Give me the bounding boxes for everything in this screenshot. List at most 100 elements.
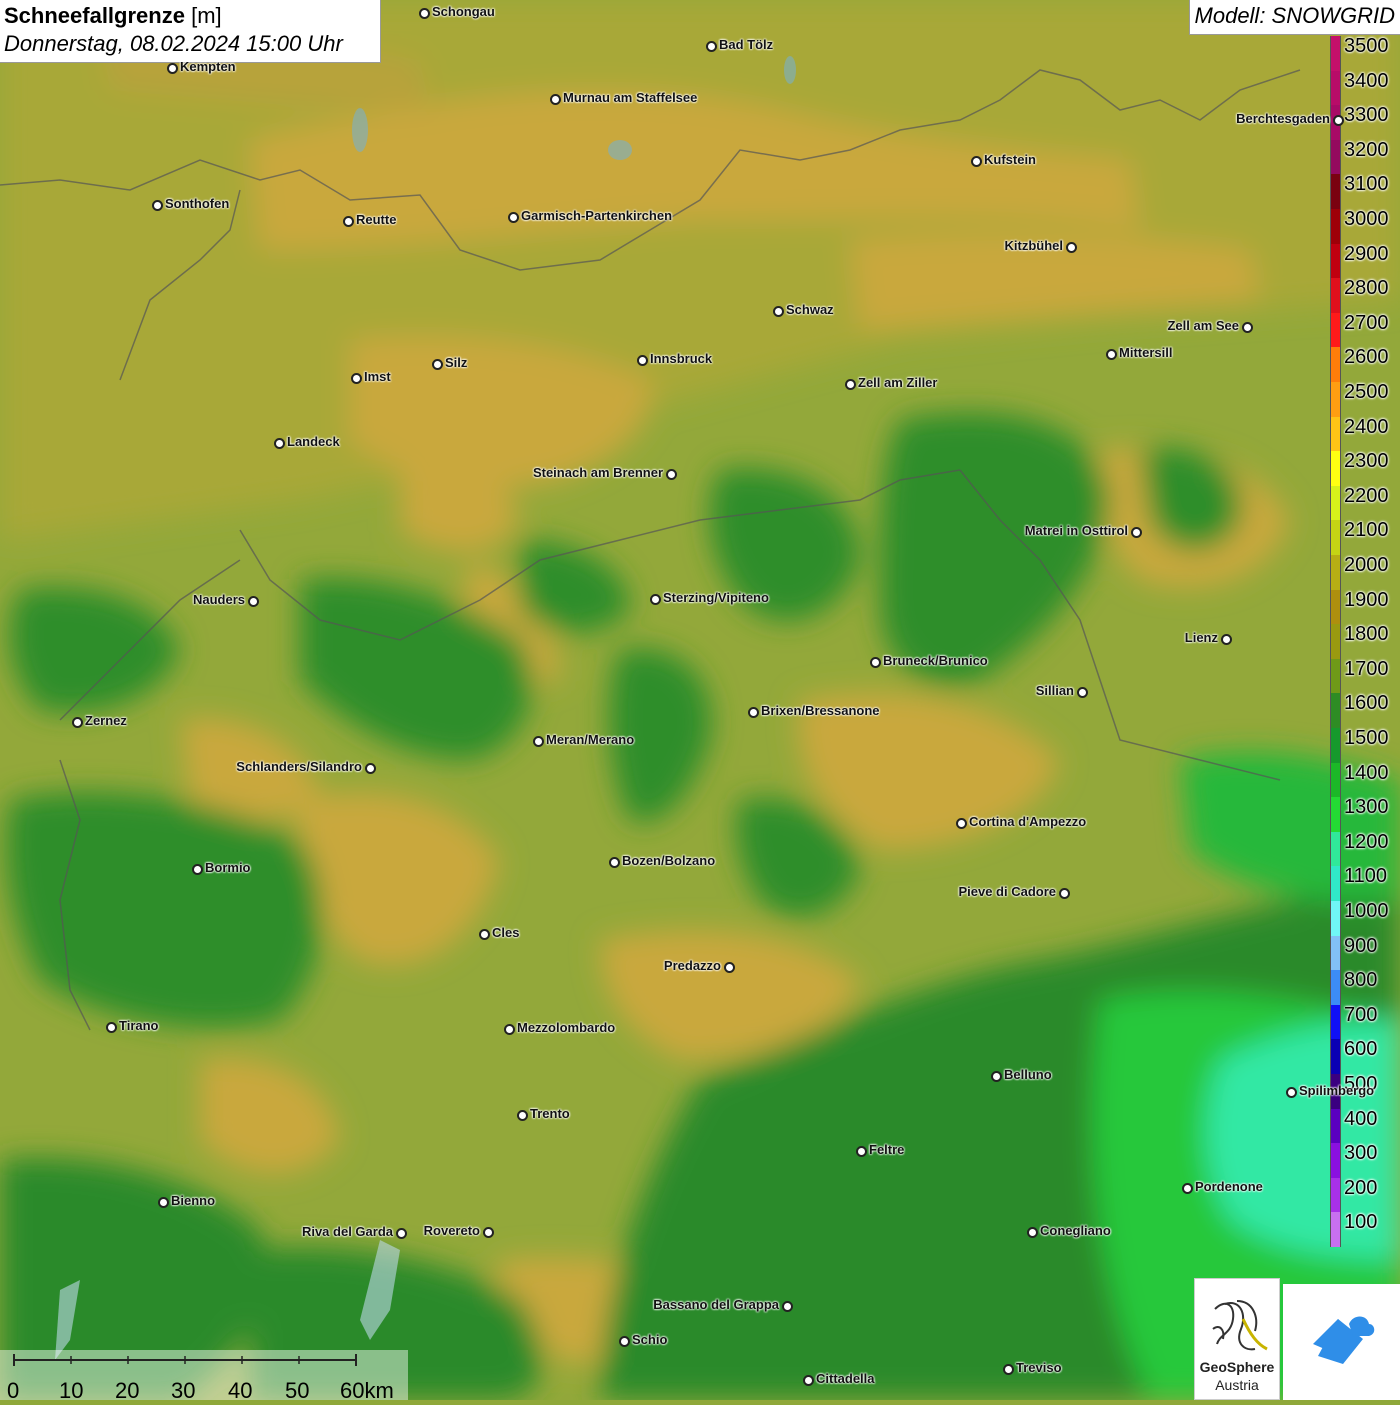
city-marker-icon[interactable] (991, 1071, 1002, 1082)
legend-label: 2300 (1344, 450, 1389, 473)
city-label: Imst (364, 369, 391, 384)
city-marker-icon[interactable] (1221, 634, 1232, 645)
city-marker-icon[interactable] (650, 594, 661, 605)
map-title: Schneefallgrenze [m] (4, 3, 222, 28)
city-label: Cles (492, 925, 520, 940)
city-marker-icon[interactable] (1077, 687, 1088, 698)
city-label: Riva del Garda (301, 1224, 393, 1239)
legend-label: 1400 (1344, 761, 1389, 784)
city-marker-icon[interactable] (550, 94, 561, 105)
city-label: Belluno (1004, 1067, 1052, 1082)
city-label: Treviso (1016, 1360, 1062, 1375)
city-label: Murnau am Staffelsee (563, 90, 698, 105)
city-label: Kempten (180, 59, 236, 74)
legend-label: 3500 (1344, 35, 1389, 57)
city-marker-icon[interactable] (748, 707, 759, 718)
city-label: Nauders (192, 592, 245, 607)
logo-text-2: Austria (1215, 1377, 1259, 1393)
legend-row: 1400 (1330, 761, 1400, 798)
city-label: Zernez (85, 713, 127, 728)
legend-label: 3400 (1344, 69, 1389, 92)
scale-tick: 10 (59, 1378, 84, 1403)
legend-label: 700 (1344, 1003, 1378, 1026)
city-marker-icon[interactable] (619, 1336, 630, 1347)
city-marker-icon[interactable] (1333, 115, 1344, 126)
city-marker-icon[interactable] (432, 359, 443, 370)
legend-swatch (1330, 589, 1341, 625)
geosphere-logo[interactable]: GeoSphere Austria (1194, 1278, 1280, 1400)
scale-tick: 30 (171, 1378, 196, 1403)
city-marker-icon[interactable] (782, 1301, 793, 1312)
city-label: Silz (445, 355, 468, 370)
city-marker-icon[interactable] (870, 657, 881, 668)
city-marker-icon[interactable] (1003, 1364, 1014, 1375)
city-marker-icon[interactable] (192, 864, 203, 875)
legend-swatch (1330, 970, 1341, 1005)
legend-label: 800 (1344, 969, 1378, 992)
city-marker-icon[interactable] (351, 373, 362, 384)
city-label: Bormio (205, 860, 251, 875)
city-marker-icon[interactable] (724, 962, 735, 973)
city-marker-icon[interactable] (856, 1146, 867, 1157)
legend-row: 1600 (1330, 692, 1400, 728)
legend-swatch (1330, 624, 1341, 659)
legend-swatch (1330, 70, 1341, 106)
city-marker-icon[interactable] (971, 156, 982, 167)
city-marker-icon[interactable] (517, 1110, 528, 1121)
legend-row: 400 (1330, 1108, 1400, 1144)
city-marker-icon[interactable] (72, 717, 83, 728)
city-label: Trento (530, 1106, 570, 1121)
map-datetime: Donnerstag, 08.02.2024 15:00 Uhr (4, 31, 343, 56)
legend-swatch (1330, 935, 1341, 971)
city-marker-icon[interactable] (419, 8, 430, 19)
city-marker-icon[interactable] (773, 306, 784, 317)
city-marker-icon[interactable] (1066, 242, 1077, 253)
city-label: Meran/Merano (546, 732, 635, 747)
legend-swatch (1330, 382, 1341, 417)
city-marker-icon[interactable] (1242, 322, 1253, 333)
legend-swatch (1330, 797, 1341, 832)
legend-row: 1100 (1330, 865, 1400, 901)
city-marker-icon[interactable] (479, 929, 490, 940)
city-marker-icon[interactable] (508, 212, 519, 223)
city-marker-icon[interactable] (666, 469, 677, 480)
city-label: Feltre (869, 1142, 905, 1157)
city-marker-icon[interactable] (1106, 349, 1117, 360)
city-marker-icon[interactable] (956, 818, 967, 829)
legend-row: 200 (1330, 1177, 1400, 1213)
city-label: Schio (632, 1332, 668, 1347)
city-label: Landeck (287, 434, 340, 449)
city-label: Cittadella (816, 1371, 875, 1386)
partner-logo[interactable] (1283, 1284, 1400, 1400)
city-marker-icon[interactable] (343, 216, 354, 227)
city-marker-icon[interactable] (504, 1024, 515, 1035)
city-marker-icon[interactable] (706, 41, 717, 52)
city-marker-icon[interactable] (609, 857, 620, 868)
city-marker-icon[interactable] (533, 736, 544, 747)
city-marker-icon[interactable] (1131, 527, 1142, 538)
city-label: Sillian (1035, 683, 1074, 698)
legend-label: 3000 (1344, 208, 1389, 230)
city-marker-icon[interactable] (167, 63, 178, 74)
city-marker-icon[interactable] (1027, 1227, 1038, 1238)
scale-bar: 0 10 20 30 40 50 60km (0, 1350, 408, 1403)
city-label: Zell am Ziller (858, 375, 938, 390)
city-marker-icon[interactable] (106, 1022, 117, 1033)
city-marker-icon[interactable] (1286, 1087, 1297, 1098)
city-marker-icon[interactable] (365, 763, 376, 774)
city-marker-icon[interactable] (845, 379, 856, 390)
city-marker-icon[interactable] (1059, 888, 1070, 899)
legend-label: 2600 (1344, 346, 1389, 369)
city-marker-icon[interactable] (483, 1227, 494, 1238)
city-marker-icon[interactable] (248, 596, 259, 607)
legend-swatch (1330, 1039, 1341, 1074)
city-marker-icon[interactable] (637, 355, 648, 366)
city-marker-icon[interactable] (152, 200, 163, 211)
city-marker-icon[interactable] (396, 1228, 407, 1239)
city-marker-icon[interactable] (1182, 1183, 1193, 1194)
city-marker-icon[interactable] (158, 1197, 169, 1208)
legend-row: 300 (1330, 1142, 1400, 1178)
legend-label: 2800 (1344, 277, 1389, 300)
city-marker-icon[interactable] (803, 1375, 814, 1386)
city-marker-icon[interactable] (274, 438, 285, 449)
